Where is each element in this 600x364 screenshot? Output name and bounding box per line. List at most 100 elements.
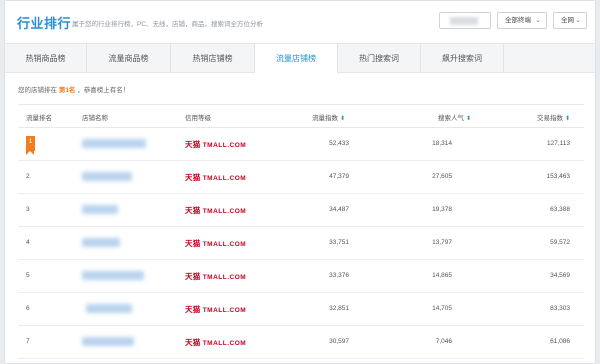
region-dropdown[interactable]: 全网 ⌄ (553, 12, 587, 29)
tmall-logo-en: TMALL.COM (202, 208, 247, 215)
trade-index: 59,572 (550, 239, 570, 246)
store-name-redacted[interactable] (82, 271, 144, 280)
industry-ranking-panel: 行业排行 属于您的行业排行榜，PC、无线，店铺，商品，搜索词全方位分析 全部终端… (4, 0, 596, 364)
tmall-logo-cn: 天猫 (185, 239, 201, 248)
notice-rank: 第1名 (58, 87, 76, 94)
tmall-logo: 天猫 TMALL.COM (185, 205, 246, 216)
page-title: 行业排行 (17, 16, 72, 31)
terminal-dropdown[interactable]: 全部终端 ⌄ (497, 12, 547, 29)
tmall-logo-en: TMALL.COM (202, 241, 247, 248)
tmall-logo-cn: 天猫 (185, 272, 201, 281)
column-trade-sortable[interactable]: 交易指数 ⬍ (537, 112, 570, 122)
tmall-logo-en: TMALL.COM (202, 142, 247, 149)
chevron-down-icon: ⌄ (575, 17, 581, 24)
rank-value: 3 (26, 206, 30, 213)
rank-value: 6 (26, 305, 30, 312)
tmall-logo: 天猫 TMALL.COM (185, 304, 246, 315)
tab-hot-stores[interactable]: 热销店铺榜 (171, 44, 255, 73)
trade-index: 61,086 (550, 338, 570, 345)
sort-icon: ⬍ (466, 116, 472, 122)
search-popularity: 7,046 (435, 338, 452, 345)
tmall-logo-cn: 天猫 (185, 173, 201, 182)
rank-value: 1 (28, 139, 33, 145)
tmall-logo: 天猫 TMALL.COM (185, 337, 246, 348)
trade-index: 83,303 (550, 305, 570, 312)
traffic-index: 52,433 (329, 140, 349, 147)
sort-icon: ⬍ (340, 116, 346, 122)
search-popularity: 19,378 (432, 206, 452, 213)
rank-badge-icon: 1 (26, 136, 35, 155)
column-traffic-label: 流量指数 (312, 115, 338, 122)
traffic-index: 33,376 (329, 272, 349, 279)
rank-value: 5 (26, 272, 30, 279)
date-value-redacted (450, 17, 478, 25)
tmall-logo-cn: 天猫 (185, 338, 201, 347)
table-row[interactable]: 4 天猫 TMALL.COM 33,751 13,797 59,572 (18, 227, 584, 260)
store-name-redacted[interactable] (82, 337, 134, 346)
tmall-logo: 天猫 TMALL.COM (185, 172, 246, 183)
chevron-down-icon: ⌄ (535, 17, 541, 24)
trade-index: 34,569 (550, 272, 570, 279)
tmall-logo-en: TMALL.COM (202, 307, 247, 314)
tmall-logo: 天猫 TMALL.COM (185, 238, 246, 249)
traffic-index: 32,851 (329, 305, 349, 312)
column-traffic-sortable[interactable]: 流量指数 ⬍ (312, 112, 345, 122)
notice-suffix: ，恭喜榜上有名！ (77, 87, 130, 94)
tmall-logo: 天猫 TMALL.COM (185, 139, 246, 150)
search-popularity: 14,705 (432, 305, 452, 312)
tab-hot-search-terms[interactable]: 热门搜索词 (338, 44, 421, 73)
column-trade-label: 交易指数 (537, 115, 563, 122)
column-credit: 信用等级 (185, 115, 211, 122)
tmall-logo-en: TMALL.COM (202, 175, 247, 182)
tmall-logo-en: TMALL.COM (202, 274, 247, 281)
table-header: 流量排名 店铺名称 信用等级 流量指数 ⬍ 搜索人气 ⬍ 交易指数 ⬍ (18, 104, 584, 128)
terminal-dropdown-label: 全部终端 (505, 17, 531, 24)
tab-rising-search-terms[interactable]: 飙升搜索词 (421, 44, 504, 73)
table-row[interactable]: 1 天猫 TMALL.COM 52,433 18,314 127,113 (18, 128, 584, 161)
tmall-logo: 天猫 TMALL.COM (185, 271, 246, 282)
store-name-redacted[interactable] (82, 172, 132, 181)
table-row[interactable]: 6 天猫 TMALL.COM 32,851 14,705 83,303 (18, 293, 584, 326)
tab-hot-products[interactable]: 热销商品榜 (5, 44, 87, 73)
traffic-index: 33,751 (329, 239, 349, 246)
region-dropdown-label: 全网 (561, 17, 574, 24)
sort-icon: ⬍ (565, 116, 571, 122)
search-popularity: 18,314 (432, 140, 452, 147)
traffic-index: 47,379 (329, 173, 349, 180)
date-picker[interactable] (439, 12, 491, 29)
store-ranking-table: 流量排名 店铺名称 信用等级 流量指数 ⬍ 搜索人气 ⬍ 交易指数 ⬍ 1 天猫 TMA… (18, 104, 584, 359)
rank-value: 4 (26, 239, 30, 246)
store-name-redacted[interactable] (82, 238, 120, 247)
store-name-redacted[interactable] (82, 139, 146, 148)
tmall-logo-cn: 天猫 (185, 305, 201, 314)
notice-prefix: 您的店铺排在 (18, 87, 57, 94)
traffic-index: 34,487 (329, 206, 349, 213)
tmall-logo-cn: 天猫 (185, 206, 201, 215)
column-store-name: 店铺名称 (82, 115, 108, 122)
column-search-sortable[interactable]: 搜索人气 ⬍ (438, 112, 471, 122)
trade-index: 63,388 (550, 206, 570, 213)
table-row[interactable]: 3 天猫 TMALL.COM 34,487 19,378 63,388 (18, 194, 584, 227)
table-body: 1 天猫 TMALL.COM 52,433 18,314 127,113 2 天猫 TMAL… (18, 128, 584, 359)
column-search-label: 搜索人气 (438, 115, 464, 122)
table-row[interactable]: 5 天猫 TMALL.COM 33,376 14,865 34,569 (18, 260, 584, 293)
tab-traffic-products[interactable]: 流量商品榜 (87, 44, 171, 73)
table-row[interactable]: 2 天猫 TMALL.COM 47,379 27,605 153,463 (18, 161, 584, 194)
store-name-redacted[interactable] (82, 205, 118, 214)
traffic-index: 30,597 (329, 338, 349, 345)
rank-notice: 您的店铺排在 第1名 ，恭喜榜上有名！ (18, 84, 129, 94)
column-rank: 流量排名 (26, 115, 52, 122)
tab-traffic-stores[interactable]: 流量店铺榜 (255, 44, 338, 74)
trade-index: 153,463 (546, 173, 571, 180)
tmall-logo-cn: 天猫 (185, 140, 201, 149)
page-subtitle: 属于您的行业排行榜，PC、无线，店铺，商品，搜索词全方位分析 (72, 21, 264, 28)
rank-value: 2 (26, 173, 30, 180)
tmall-logo-en: TMALL.COM (202, 340, 247, 347)
panel-header: 行业排行 属于您的行业排行榜，PC、无线，店铺，商品，搜索词全方位分析 全部终端… (5, 1, 595, 43)
rank-value: 7 (26, 338, 30, 345)
table-row[interactable]: 7 天猫 TMALL.COM 30,597 7,046 61,086 (18, 326, 584, 359)
store-name-redacted[interactable] (86, 304, 132, 313)
search-popularity: 27,605 (432, 173, 452, 180)
ranking-tabs: 热销商品榜 流量商品榜 热销店铺榜 流量店铺榜 热门搜索词 飙升搜索词 (5, 43, 595, 74)
trade-index: 127,113 (546, 140, 570, 147)
